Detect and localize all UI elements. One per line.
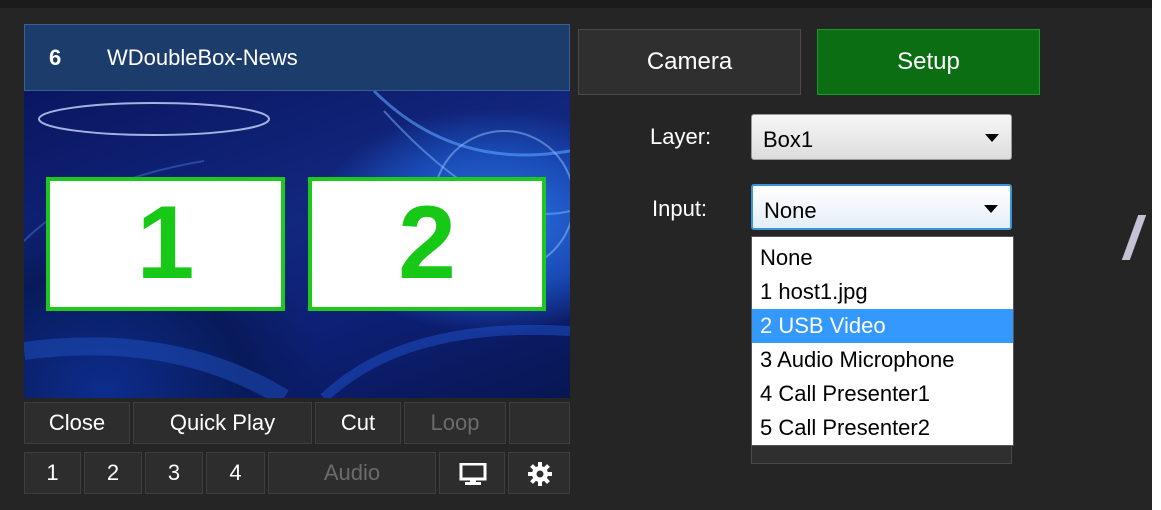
loop-button[interactable]: Loop xyxy=(404,402,506,444)
audio-button[interactable]: Audio xyxy=(268,452,436,494)
input-label: Input: xyxy=(652,196,708,221)
monitor-icon xyxy=(459,463,487,485)
input-title: WDoubleBox-News xyxy=(107,45,298,70)
input-window: 6 WDoubleBox-News 1 2 Close Quick Play C… xyxy=(0,0,1152,510)
quick-play-button[interactable]: Quick Play xyxy=(133,402,312,444)
dropdown-arrow-icon xyxy=(984,205,998,213)
input-dropdown-list[interactable]: None 1 host1.jpg 2 USB Video 3 Audio Mic… xyxy=(751,236,1014,446)
monitor-button[interactable] xyxy=(439,452,505,494)
dropdown-option[interactable]: 3 Audio Microphone xyxy=(752,343,1013,377)
input-select-value: None xyxy=(764,198,817,223)
cut-button[interactable]: Cut xyxy=(315,402,401,444)
input-select[interactable]: None xyxy=(751,184,1012,230)
overlay-3-button[interactable]: 3 xyxy=(145,452,203,494)
dropdown-arrow-icon xyxy=(985,134,999,142)
input-number: 6 xyxy=(49,45,62,70)
dropdown-option[interactable]: None xyxy=(752,241,1013,275)
dropdown-option[interactable]: 5 Call Presenter2 xyxy=(752,411,1013,445)
dropdown-option[interactable]: 4 Call Presenter1 xyxy=(752,377,1013,411)
edge-decoration xyxy=(1121,215,1147,260)
dropdown-option-highlighted[interactable]: 2 USB Video xyxy=(752,309,1013,343)
overlay-2-button[interactable]: 2 xyxy=(84,452,142,494)
layer-select-value: Box1 xyxy=(763,127,814,152)
layer-select[interactable]: Box1 xyxy=(751,114,1012,160)
layer-label: Layer: xyxy=(650,124,712,149)
input-preview[interactable]: 1 2 xyxy=(24,91,570,398)
top-border xyxy=(0,0,1152,8)
gear-icon xyxy=(528,462,552,486)
close-button[interactable]: Close xyxy=(24,402,130,444)
empty-button xyxy=(509,402,570,444)
overlay-1-button[interactable]: 1 xyxy=(24,452,81,494)
tab-setup[interactable]: Setup xyxy=(817,29,1040,95)
dropdown-option[interactable]: 1 host1.jpg xyxy=(752,275,1013,309)
tab-camera[interactable]: Camera xyxy=(578,29,801,95)
input-header: 6 WDoubleBox-News xyxy=(24,24,570,91)
layer-slot-1[interactable]: 1 xyxy=(46,177,285,311)
layer-slot-2[interactable]: 2 xyxy=(308,177,546,311)
overlay-4-button[interactable]: 4 xyxy=(206,452,265,494)
settings-button[interactable] xyxy=(508,452,570,494)
